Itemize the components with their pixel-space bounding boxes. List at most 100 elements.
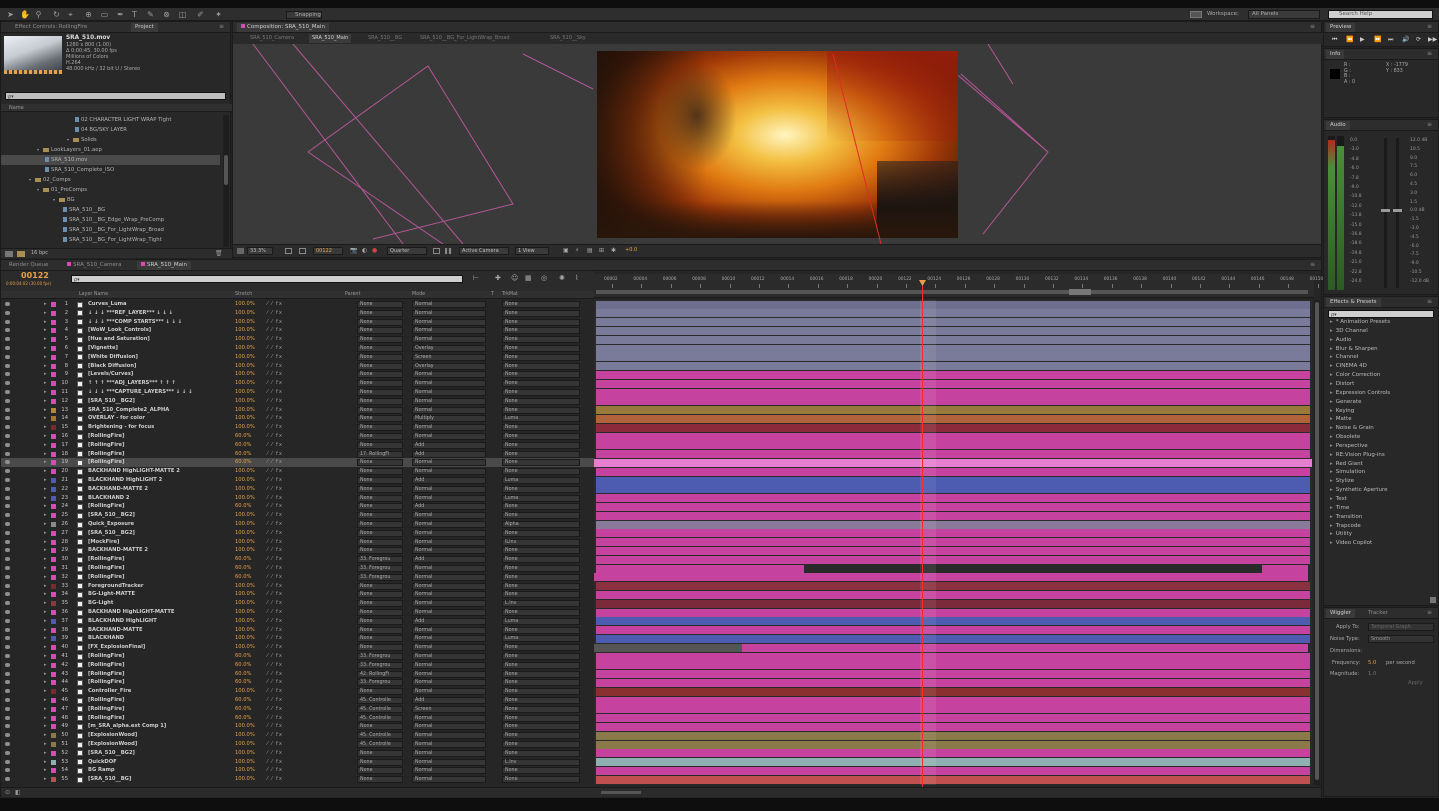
layer-duration-bar[interactable] <box>596 432 1310 441</box>
trkmat-dropdown[interactable]: None <box>502 529 580 537</box>
col-t[interactable]: T <box>491 291 494 299</box>
workspace-dropdown[interactable]: All Panels <box>1248 10 1320 19</box>
layer-duration-bar[interactable] <box>596 397 1310 406</box>
exposure-reset-icon[interactable]: ✱ <box>611 247 616 254</box>
blend-mode-dropdown[interactable]: Add <box>412 503 486 511</box>
trkmat-dropdown[interactable]: None <box>502 380 580 388</box>
trkmat-dropdown[interactable]: None <box>502 345 580 352</box>
layer-duration-bar[interactable] <box>596 696 1310 705</box>
effects-category[interactable]: ▸ Distort <box>1330 380 1354 389</box>
disclosure-triangle-icon[interactable]: ▸ <box>44 758 47 767</box>
layer-stretch[interactable]: 100.0% <box>235 749 255 758</box>
layer-stretch[interactable]: 100.0% <box>235 520 255 529</box>
effects-category[interactable]: ▸ 3D Channel <box>1330 327 1368 336</box>
layer-switches[interactable]: ⁄ ⁄ fx <box>267 520 283 529</box>
blend-mode-dropdown[interactable]: Normal <box>412 468 486 476</box>
mask-visibility-icon[interactable] <box>299 248 306 254</box>
layer-duration-bar[interactable] <box>596 555 1310 564</box>
parent-dropdown[interactable]: 45. Controlle <box>357 714 403 722</box>
eye-visibility-icon[interactable] <box>5 530 10 535</box>
trkmat-dropdown[interactable]: None <box>502 591 580 599</box>
layer-stretch[interactable]: 60.0% <box>235 450 251 459</box>
layer-name[interactable]: OVERLAY - for color <box>88 414 145 423</box>
eye-visibility-icon[interactable] <box>5 768 10 773</box>
layer-label-color[interactable] <box>51 354 56 360</box>
trkmat-dropdown[interactable]: None <box>502 362 580 370</box>
layer-label-color[interactable] <box>51 434 56 439</box>
parent-dropdown[interactable]: None <box>357 459 403 467</box>
layer-stretch[interactable]: 100.0% <box>235 687 255 696</box>
parent-dropdown[interactable]: None <box>357 617 403 625</box>
layer-stretch[interactable]: 60.0% <box>235 432 251 441</box>
audio-slider-track-right[interactable] <box>1396 138 1399 288</box>
layer-stretch[interactable]: 100.0% <box>235 511 255 520</box>
col-stretch[interactable]: Stretch <box>235 291 252 299</box>
col-layer-name[interactable]: Layer Name <box>79 291 108 299</box>
layer-row[interactable]: ▸ 1 Curves_Luma 100.0% ⁄ ⁄ fx None Normal None <box>1 300 594 309</box>
disclosure-triangle-icon[interactable]: ▸ <box>1330 478 1333 484</box>
layer-switches[interactable]: ⁄ ⁄ fx <box>267 705 283 714</box>
layer-label-color[interactable] <box>51 566 56 571</box>
next-frame-icon[interactable]: ⏩ <box>1374 36 1381 43</box>
zoom-tool-icon[interactable]: ⚲ <box>34 10 43 19</box>
layer-duration-bar[interactable] <box>596 661 1310 670</box>
disclosure-triangle-icon[interactable]: ▸ <box>44 538 47 547</box>
blend-mode-dropdown[interactable]: Screen <box>412 705 486 713</box>
blend-mode-dropdown[interactable]: Add <box>412 441 486 449</box>
audio-toggle-icon[interactable]: 🔊 <box>1402 36 1409 43</box>
disclosure-triangle-icon[interactable]: ▸ <box>44 353 47 362</box>
disclosure-triangle-icon[interactable]: ▸ <box>44 397 47 406</box>
eye-visibility-icon[interactable] <box>5 504 10 509</box>
layer-name[interactable]: [RollingFire] <box>88 555 124 564</box>
layer-row[interactable]: ▸ 27 [SRA_510__BG2] 100.0% ⁄ ⁄ fx None Normal N… <box>1 529 594 538</box>
disclosure-triangle-icon[interactable]: ▸ <box>44 643 47 652</box>
layer-switches[interactable]: ⁄ ⁄ fx <box>267 758 283 767</box>
blend-mode-dropdown[interactable]: Normal <box>412 670 486 678</box>
parent-dropdown[interactable]: None <box>357 477 403 484</box>
eye-visibility-icon[interactable] <box>5 522 10 526</box>
disclosure-triangle-icon[interactable]: ▸ <box>44 335 47 344</box>
layer-switches[interactable]: ⁄ ⁄ fx <box>267 388 283 397</box>
layer-stretch[interactable]: 100.0% <box>235 318 255 327</box>
trkmat-dropdown[interactable]: None <box>502 371 580 379</box>
trkmat-dropdown[interactable]: None <box>502 776 580 784</box>
blend-mode-dropdown[interactable]: Normal <box>412 512 486 520</box>
layer-switches[interactable]: ⁄ ⁄ fx <box>267 564 283 573</box>
blend-mode-dropdown[interactable]: Overlay <box>412 345 486 352</box>
disclosure-triangle-icon[interactable]: ▸ <box>44 300 47 309</box>
layer-name[interactable]: [SRA_510__BG2] <box>88 749 135 758</box>
resolution-dropdown[interactable]: Quarter <box>387 247 427 255</box>
layer-name[interactable]: [RollingFire] <box>88 652 124 661</box>
roto-brush-tool-icon[interactable]: ✐ <box>196 10 205 19</box>
disclosure-triangle-icon[interactable]: ▸ <box>44 362 47 371</box>
layer-label-color[interactable] <box>51 706 56 712</box>
layer-name[interactable]: BACKHAND-MATTE 2 <box>88 546 148 555</box>
blend-mode-dropdown[interactable]: Normal <box>412 591 486 599</box>
eye-visibility-icon[interactable] <box>5 610 10 614</box>
layer-name[interactable]: BG-Light <box>88 599 113 608</box>
disclosure-triangle-icon[interactable]: ▸ <box>1330 434 1333 440</box>
layer-stretch[interactable]: 60.0% <box>235 458 251 467</box>
trkmat-dropdown[interactable]: Luma <box>502 635 580 643</box>
disclosure-triangle-icon[interactable]: ▸ <box>44 714 47 723</box>
disclosure-triangle-icon[interactable]: ▸ <box>44 467 47 476</box>
layer-label-color[interactable] <box>51 346 56 351</box>
snapshot-icon[interactable]: 📷 <box>350 247 357 254</box>
eye-visibility-icon[interactable] <box>5 416 10 421</box>
eye-visibility-icon[interactable] <box>5 627 10 632</box>
zoom-slider[interactable] <box>601 791 641 794</box>
effects-category[interactable]: ▸ Video Copilot <box>1330 539 1372 548</box>
layer-label-color[interactable] <box>51 495 56 501</box>
parent-dropdown[interactable]: None <box>357 468 403 476</box>
trkmat-dropdown[interactable]: None <box>502 714 580 722</box>
layer-name[interactable]: [RollingFire] <box>88 678 124 687</box>
layer-label-color[interactable] <box>51 530 56 536</box>
layer-switches[interactable]: ⁄ ⁄ fx <box>267 661 283 670</box>
disclosure-triangle-icon[interactable]: ▸ <box>1330 337 1333 343</box>
panel-menu-icon[interactable]: ≡ <box>219 23 227 31</box>
trkmat-dropdown[interactable]: None <box>502 450 580 458</box>
blend-mode-dropdown[interactable]: Add <box>412 697 486 704</box>
layer-row[interactable]: ▸ 28 [MockFire] 100.0% ⁄ ⁄ fx None Normal ILInv <box>1 538 594 547</box>
disclosure-triangle-icon[interactable]: ▸ <box>44 617 47 626</box>
layer-stretch[interactable]: 60.0% <box>235 441 251 450</box>
